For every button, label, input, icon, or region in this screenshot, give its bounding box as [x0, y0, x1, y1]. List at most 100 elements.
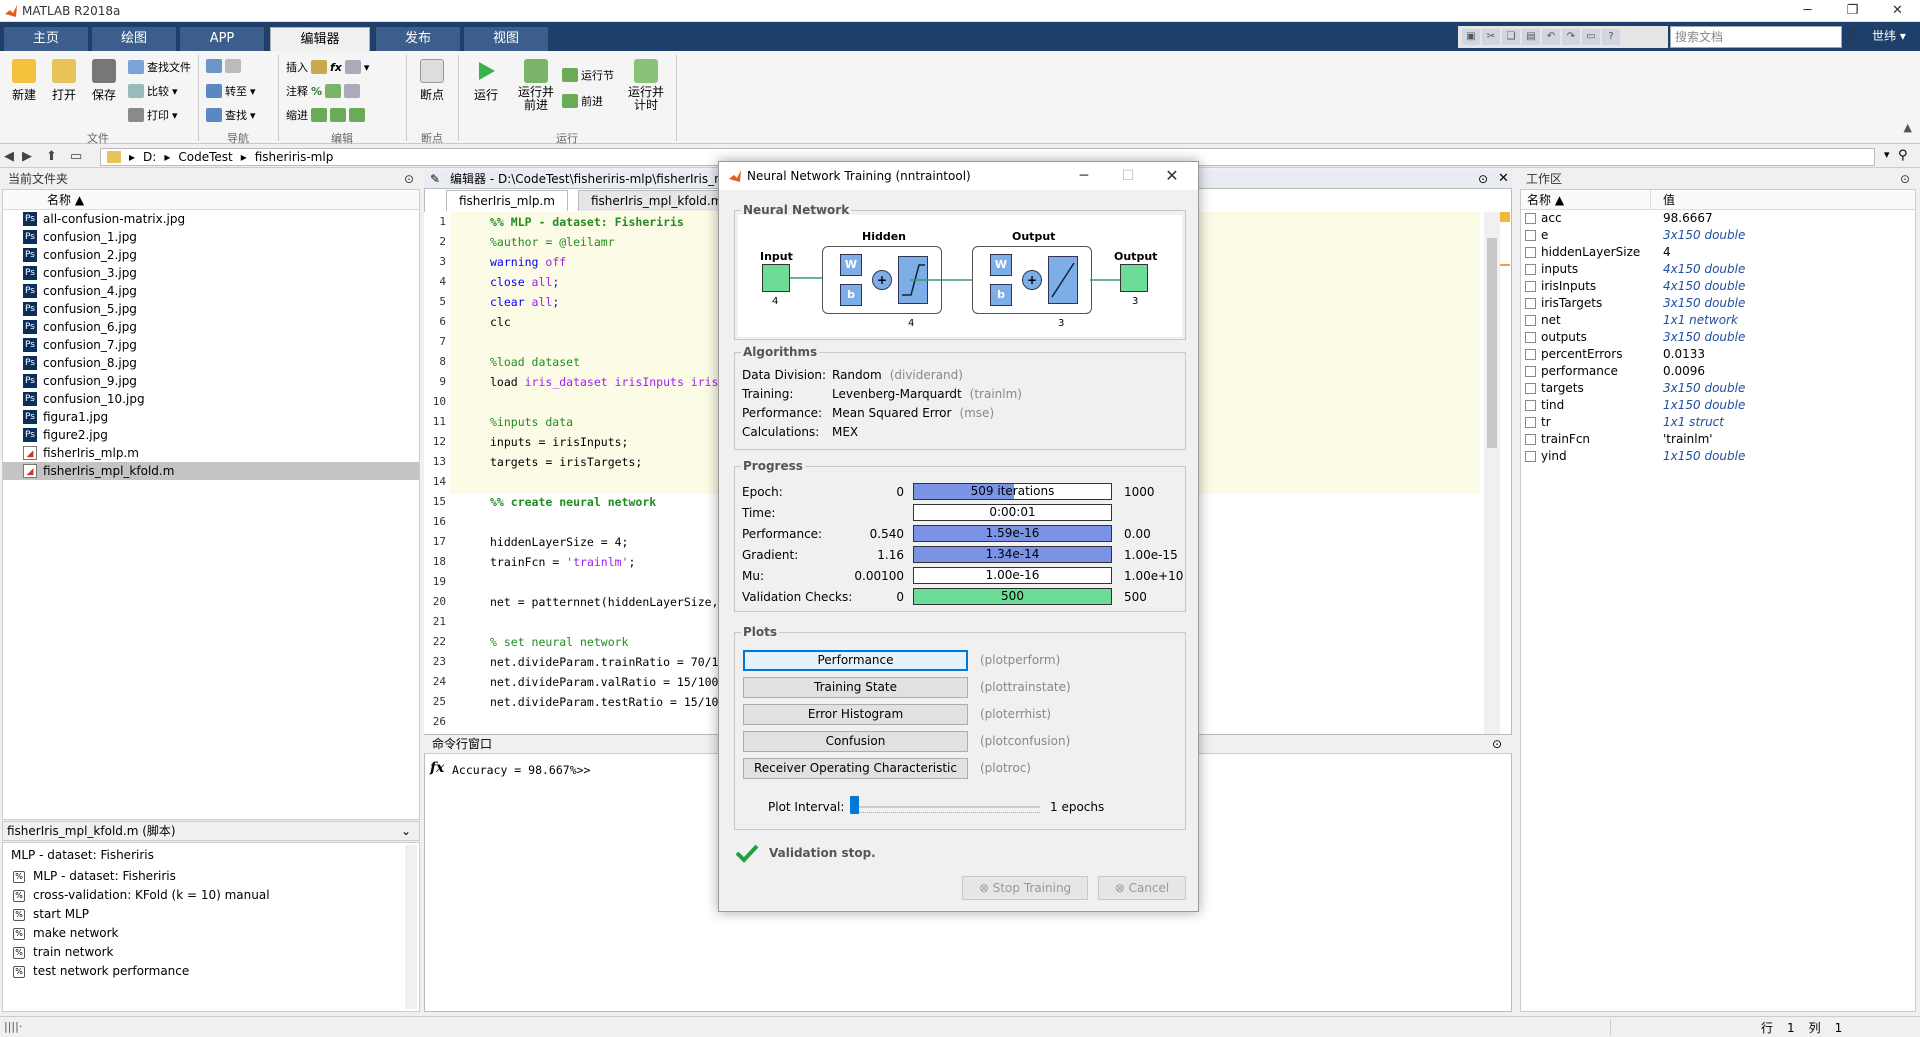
breadcrumb-folder[interactable]: CodeTest	[178, 150, 232, 164]
user-menu[interactable]: 世纬 ▾	[1872, 27, 1906, 44]
workspace-variable[interactable]: percentErrors 0.0133	[1521, 346, 1915, 363]
run-section-button[interactable]: 运行节	[562, 67, 614, 83]
code-line[interactable]: %load dataset	[490, 355, 580, 369]
restore-icon[interactable]: ❐	[1830, 0, 1875, 22]
forward-icon[interactable]: ▶	[22, 149, 32, 164]
code-line[interactable]: trainFcn = 'trainlm';	[490, 555, 635, 569]
help-icon[interactable]: ?	[1602, 29, 1620, 45]
breadcrumb-drive[interactable]: D:	[143, 150, 156, 164]
new-button[interactable]: 新建	[6, 59, 42, 103]
panel-menu-icon[interactable]: ⊙	[1492, 735, 1502, 754]
code-line[interactable]: warning off	[490, 255, 566, 269]
details-section-item[interactable]: % make network	[3, 924, 419, 943]
code-line[interactable]: %% create neural network	[490, 495, 656, 509]
code-line[interactable]: clc	[490, 315, 511, 329]
editor-menu-icon[interactable]: ⊙	[1478, 172, 1488, 186]
workspace-variable[interactable]: outputs 3x150 double	[1521, 329, 1915, 346]
file-item[interactable]: ◢ fisherIris_mpl_kfold.m	[3, 462, 419, 480]
collapse-ribbon-icon[interactable]: ▲	[1904, 121, 1912, 134]
search-icon[interactable]: ⚲	[1848, 28, 1858, 43]
open-button[interactable]: 打开	[46, 59, 82, 103]
run-time-button[interactable]: 运行并 计时	[624, 59, 668, 112]
code-warning-marker[interactable]	[1500, 264, 1510, 266]
file-item[interactable]: Ps figure2.jpg	[3, 426, 419, 444]
workspace-variable[interactable]: trainFcn 'trainlm'	[1521, 431, 1915, 448]
tab-apps[interactable]: APP	[180, 27, 264, 51]
fx-icon[interactable]: fx	[430, 760, 444, 776]
details-section-item[interactable]: % MLP - dataset: Fisheriris	[3, 867, 419, 886]
plot-button[interactable]: Training State	[743, 677, 968, 698]
code-line[interactable]: net.divideParam.trainRatio = 70/1	[490, 655, 718, 669]
save-button[interactable]: 保存	[86, 59, 122, 103]
dialog-close-icon[interactable]: ✕	[1150, 162, 1194, 190]
file-item[interactable]: Ps figura1.jpg	[3, 408, 419, 426]
workspace-variable[interactable]: performance 0.0096	[1521, 363, 1915, 380]
workspace-variable[interactable]: tr 1x1 struct	[1521, 414, 1915, 431]
details-section-item[interactable]: % cross-validation: KFold (k = 10) manual	[3, 886, 419, 905]
close-icon[interactable]: ✕	[1875, 0, 1920, 22]
code-line[interactable]: targets = irisTargets;	[490, 455, 642, 469]
print-button[interactable]: 打印 ▾	[128, 107, 178, 123]
tab-view[interactable]: 视图	[464, 27, 548, 51]
code-line[interactable]: inputs = irisInputs;	[490, 435, 628, 449]
workspace-variable[interactable]: hiddenLayerSize 4	[1521, 244, 1915, 261]
tab-editor[interactable]: 编辑器	[270, 27, 370, 51]
code-line[interactable]: hiddenLayerSize = 4;	[490, 535, 628, 549]
code-analyzer-indicator-icon[interactable]	[1500, 212, 1510, 222]
comment-button[interactable]: 注释%	[286, 83, 361, 99]
back-icon[interactable]: ◀	[4, 149, 14, 164]
indent-button[interactable]: 缩进	[286, 107, 365, 123]
plot-button[interactable]: Receiver Operating Characteristic	[743, 758, 968, 779]
cut-icon[interactable]: ✂	[1482, 29, 1500, 45]
workspace-variable[interactable]: targets 3x150 double	[1521, 380, 1915, 397]
editor-tab[interactable]: fisherIris_mpl_kfold.m	[578, 190, 736, 211]
details-section-item[interactable]: % train network	[3, 943, 419, 962]
advance-button[interactable]: 前进	[562, 93, 603, 109]
file-item[interactable]: Ps confusion_3.jpg	[3, 264, 419, 282]
search-docs-input[interactable]: 搜索文档	[1670, 26, 1842, 48]
up-folder-icon[interactable]: ⬆	[46, 149, 57, 164]
details-scrollbar[interactable]	[405, 845, 417, 1009]
dialog-minimize-icon[interactable]: ─	[1062, 162, 1106, 190]
file-item[interactable]: Ps confusion_4.jpg	[3, 282, 419, 300]
file-item[interactable]: Ps confusion_9.jpg	[3, 372, 419, 390]
editor-close-icon[interactable]: ✕	[1498, 171, 1509, 186]
paste-icon[interactable]: ▤	[1522, 29, 1540, 45]
back-forward-buttons[interactable]	[206, 59, 241, 73]
insert-button[interactable]: 插入 fx ▾	[286, 59, 369, 75]
breadcrumb-folder[interactable]: fisheriris-mlp	[255, 150, 334, 164]
code-line[interactable]: clear all;	[490, 295, 559, 309]
file-item[interactable]: Ps confusion_8.jpg	[3, 354, 419, 372]
compare-button[interactable]: 比较 ▾	[128, 83, 178, 99]
file-item[interactable]: ◢ fisherIris_mlp.m	[3, 444, 419, 462]
file-item[interactable]: Ps confusion_7.jpg	[3, 336, 419, 354]
code-line[interactable]: close all;	[490, 275, 559, 289]
command-output[interactable]: Accuracy = 98.667%>>	[452, 763, 590, 777]
file-item[interactable]: Ps confusion_6.jpg	[3, 318, 419, 336]
plot-button[interactable]: Error Histogram	[743, 704, 968, 725]
plot-interval-slider-thumb[interactable]	[850, 796, 859, 814]
code-line[interactable]: net.divideParam.valRatio = 15/100	[490, 675, 718, 689]
panel-menu-icon[interactable]: ⊙	[404, 170, 414, 188]
code-line[interactable]: %% MLP - dataset: Fisheriris	[490, 215, 684, 229]
run-button[interactable]: 运行	[466, 59, 506, 103]
find-button[interactable]: 查找 ▾	[206, 107, 256, 123]
file-item[interactable]: Ps confusion_10.jpg	[3, 390, 419, 408]
tab-home[interactable]: 主页	[4, 27, 88, 51]
workspace-variable[interactable]: irisTargets 3x150 double	[1521, 295, 1915, 312]
plot-interval-slider[interactable]	[850, 806, 1040, 808]
file-item[interactable]: Ps confusion_1.jpg	[3, 228, 419, 246]
redo-icon[interactable]: ↷	[1562, 29, 1580, 45]
panel-menu-icon[interactable]: ⊙	[1900, 170, 1910, 188]
details-section-item[interactable]: % start MLP	[3, 905, 419, 924]
workspace-variable[interactable]: irisInputs 4x150 double	[1521, 278, 1915, 295]
code-line[interactable]: net.divideParam.testRatio = 15/10	[490, 695, 718, 709]
chevron-down-icon[interactable]: ⌄	[401, 822, 411, 840]
tab-plots[interactable]: 绘图	[92, 27, 176, 51]
browse-folder-icon[interactable]: ▭	[70, 149, 82, 164]
details-section-item[interactable]: % test network performance	[3, 962, 419, 981]
copy-icon[interactable]: ❏	[1502, 29, 1520, 45]
editor-tab-active[interactable]: fisherIris_mlp.m	[446, 190, 568, 211]
code-line[interactable]: %author = @leilamr	[490, 235, 615, 249]
run-advance-button[interactable]: 运行并 前进	[514, 59, 558, 112]
